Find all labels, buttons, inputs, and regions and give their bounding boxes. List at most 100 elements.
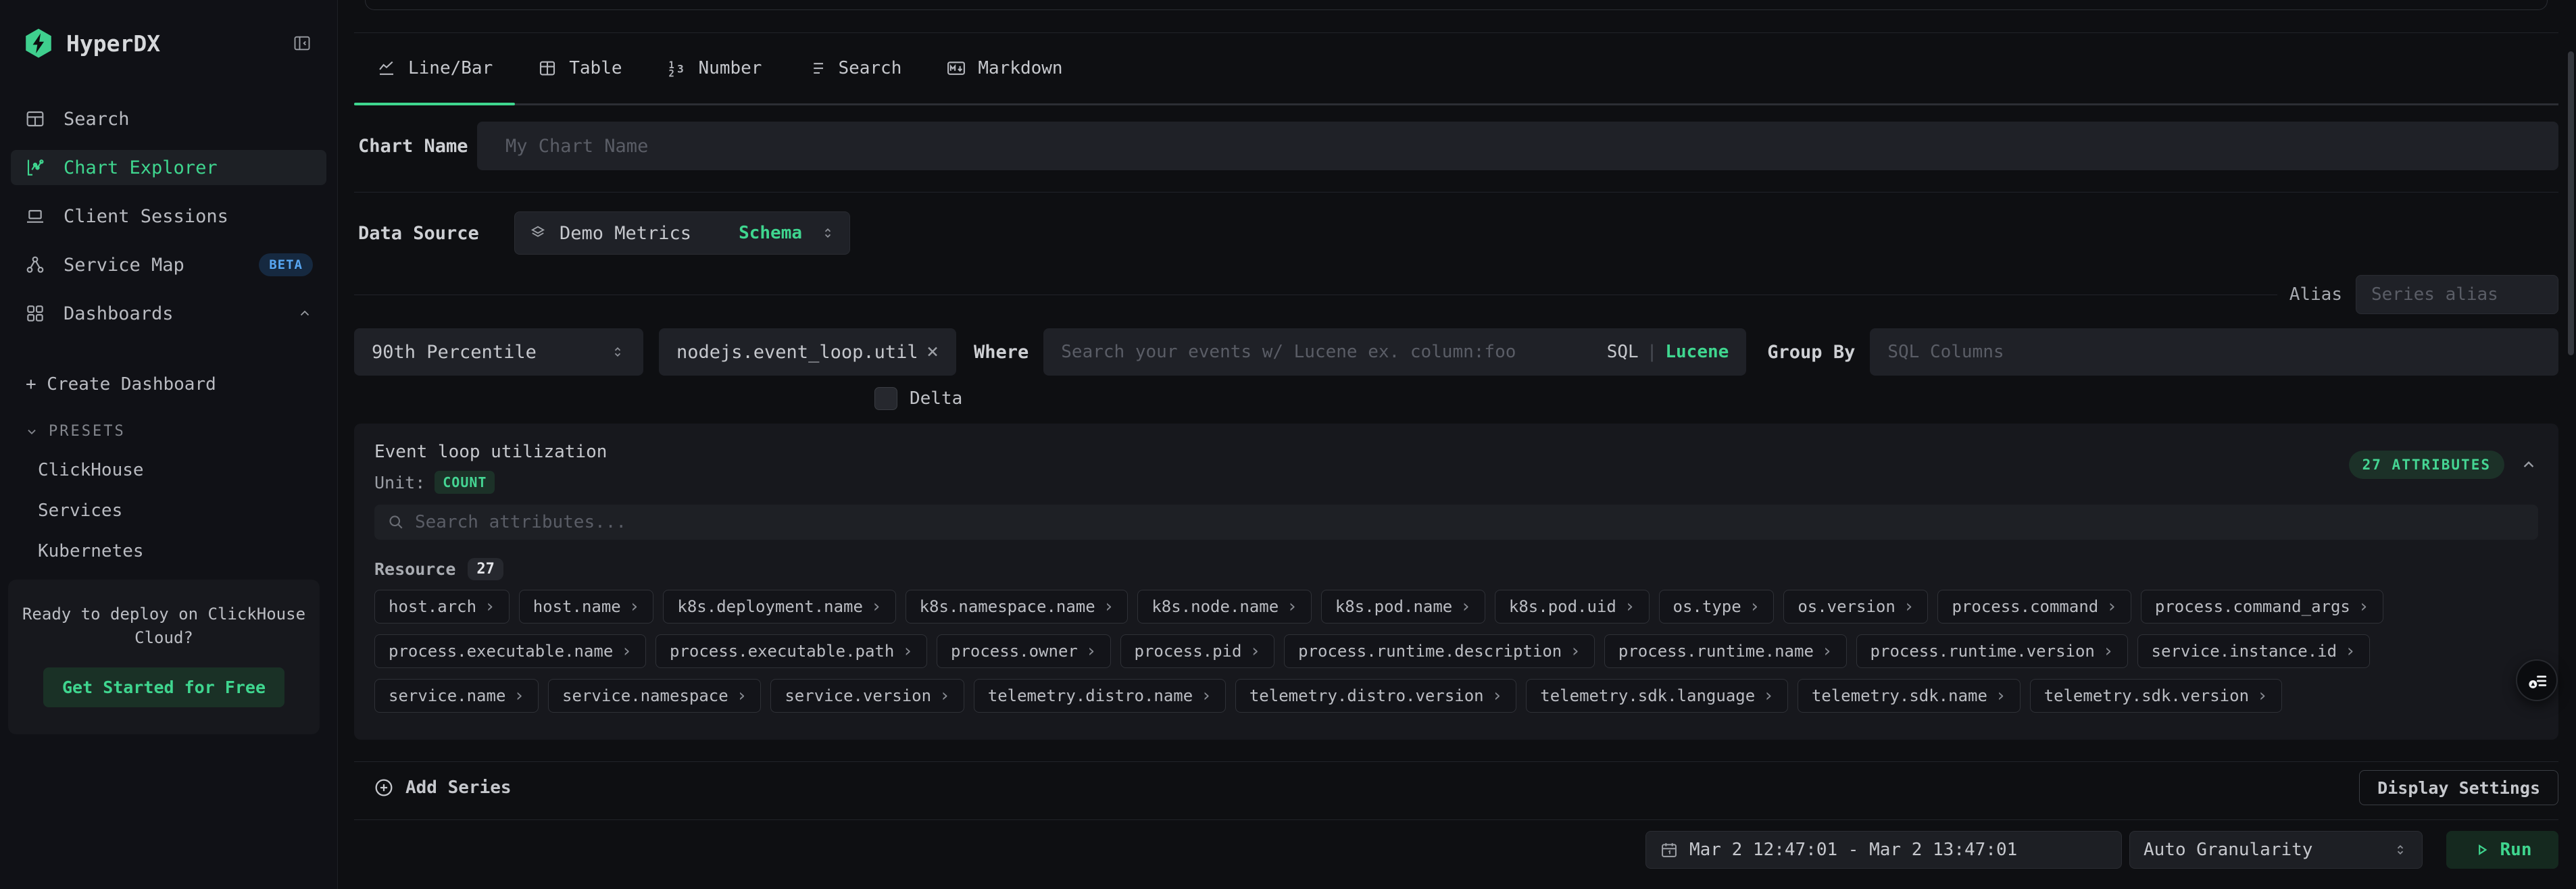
chevron-right-icon: › [1249,642,1260,660]
chevron-right-icon: › [1492,687,1503,705]
schema-link[interactable]: Schema [739,223,802,243]
attribute-chip[interactable]: process.executable.name› [374,634,646,668]
attribute-chip[interactable]: process.command› [1937,590,2131,624]
beta-badge: BETA [259,253,313,276]
aggregation-select[interactable]: 90th Percentile [354,328,643,376]
lucene-toggle[interactable]: Lucene [1665,342,1729,362]
attribute-chip[interactable]: telemetry.distro.version › [1235,679,1516,713]
tab-search[interactable]: Search [784,33,924,103]
where-input[interactable]: Search your events w/ Lucene ex. column:… [1043,328,1746,376]
attribute-chip[interactable]: process.owner› [937,634,1111,668]
attribute-chip-label: k8s.namespace.name [920,597,1095,616]
panel-header-left: Event loop utilization Unit: COUNT [374,441,607,494]
sidebar-item-chart-explorer[interactable]: Chart Explorer [11,150,326,185]
laptop-icon [24,205,46,227]
attribute-chip-label: process.runtime.name [1618,642,1814,661]
create-dashboard-button[interactable]: + Create Dashboard [0,374,337,395]
tab-line-bar[interactable]: Line/Bar [354,33,515,103]
chevron-up-icon[interactable] [297,305,313,322]
sidebar-item-service-map[interactable]: Service Map BETA [11,247,326,282]
sidebar-collapse-icon[interactable] [293,34,312,53]
attribute-chip[interactable]: k8s.namespace.name › [906,590,1129,624]
get-started-button[interactable]: Get Started for Free [43,667,284,707]
alias-input[interactable]: Series alias [2356,275,2558,314]
attribute-chip[interactable]: service.namespace› [548,679,761,713]
play-icon [2473,841,2491,859]
add-series-button[interactable]: Add Series [373,777,512,798]
chevron-right-icon: › [485,598,495,615]
attribute-chip[interactable]: process.executable.path› [655,634,927,668]
attribute-chip[interactable]: telemetry.sdk.version› [2030,679,2282,713]
delta-checkbox[interactable] [874,387,897,410]
sidebar-item-label: Service Map [64,255,184,276]
attribute-chip[interactable]: k8s.pod.uid› [1495,590,1650,624]
attribute-chip[interactable]: service.name› [374,679,539,713]
metric-title: Event loop utilization [374,441,607,463]
run-button[interactable]: Run [2446,831,2558,869]
attribute-chip[interactable]: process.command_args› [2141,590,2383,624]
chevron-right-icon: › [1822,642,1833,660]
layers-icon [528,224,547,243]
tab-label: Markdown [978,58,1062,78]
preset-item-kubernetes[interactable]: Kubernetes [0,541,337,561]
attribute-chip[interactable]: host.arch› [374,590,510,624]
select-chevrons-icon [820,225,836,241]
attribute-chip[interactable]: telemetry.distro.name› [974,679,1226,713]
chevron-right-icon: › [1104,598,1114,615]
attribute-chip[interactable]: process.pid› [1120,634,1275,668]
delta-label[interactable]: Delta [910,388,962,409]
attribute-chip-label: telemetry.sdk.name [1812,686,1987,705]
run-label: Run [2500,840,2532,860]
sidebar-item-dashboards[interactable]: Dashboards [11,296,326,331]
granularity-select[interactable]: Auto Granularity [2129,831,2423,869]
attribute-chip-label: telemetry.distro.version [1249,686,1484,705]
chevron-right-icon: › [1287,598,1297,615]
preset-item-services[interactable]: Services [0,501,337,521]
attribute-chip-label: k8s.node.name [1151,597,1279,616]
attribute-chip[interactable]: process.runtime.name › [1604,634,1847,668]
attribute-chip[interactable]: k8s.node.name › [1137,590,1312,624]
unit-value-badge: COUNT [435,471,495,494]
chart-name-input[interactable]: My Chart Name [477,122,2558,170]
tab-number[interactable]: 1 2 3 Number [645,33,785,103]
chart-preview-cutoff [365,0,2548,10]
divider [354,761,2558,762]
data-source-select[interactable]: Demo Metrics Schema [514,211,850,255]
attribute-chip[interactable]: os.type› [1659,590,1775,624]
tab-table[interactable]: Table [515,33,644,103]
circle-plus-icon [373,777,395,798]
sidebar-item-label: Chart Explorer [64,157,218,178]
date-range-picker[interactable]: Mar 2 12:47:01 - Mar 2 13:47:01 [1645,831,2122,869]
attribute-chip[interactable]: process.runtime.description› [1284,634,1595,668]
metric-tag[interactable]: nodejs.event_loop.util × [659,328,956,376]
display-settings-button[interactable]: Display Settings [2359,770,2558,805]
chevron-right-icon: › [1996,687,2006,705]
attribute-chip[interactable]: service.instance.id› [2137,634,2370,668]
chevron-right-icon: › [1460,598,1471,615]
attribute-chip[interactable]: k8s.deployment.name› [663,590,895,624]
group-by-input[interactable]: SQL Columns [1870,328,2558,376]
attribute-chip[interactable]: telemetry.sdk.language› [1526,679,1788,713]
sql-toggle[interactable]: SQL [1607,342,1639,362]
attribute-chip[interactable]: k8s.pod.name› [1321,590,1485,624]
collapse-attributes-icon[interactable] [2519,455,2538,474]
attribute-chip[interactable]: host.name› [519,590,654,624]
attributes-count-badge: 27 ATTRIBUTES [2349,451,2504,479]
attribute-search-input[interactable]: Search attributes... [374,505,2538,540]
attribute-search-placeholder: Search attributes... [415,512,626,532]
preset-item-clickhouse[interactable]: ClickHouse [0,460,337,480]
floating-widget-button[interactable] [2516,659,2558,701]
attribute-chip[interactable]: service.version› [770,679,964,713]
hyperdx-logo-icon[interactable] [23,27,54,59]
attribute-chip[interactable]: os.version› [1783,590,1928,624]
sidebar-item-search[interactable]: Search [11,101,326,136]
remove-metric-icon[interactable]: × [926,342,939,362]
sidebar-item-label: Search [64,109,130,130]
sidebar-item-client-sessions[interactable]: Client Sessions [11,199,326,234]
vertical-scrollbar-thumb[interactable] [2568,51,2574,355]
tab-markdown[interactable]: Markdown [924,33,1085,103]
attribute-chip[interactable]: telemetry.sdk.name › [1798,679,2021,713]
data-source-row: Data Source Demo Metrics Schema [354,211,2558,255]
presets-toggle[interactable]: PRESETS [0,423,337,440]
attribute-chip[interactable]: process.runtime.version› [1856,634,2128,668]
